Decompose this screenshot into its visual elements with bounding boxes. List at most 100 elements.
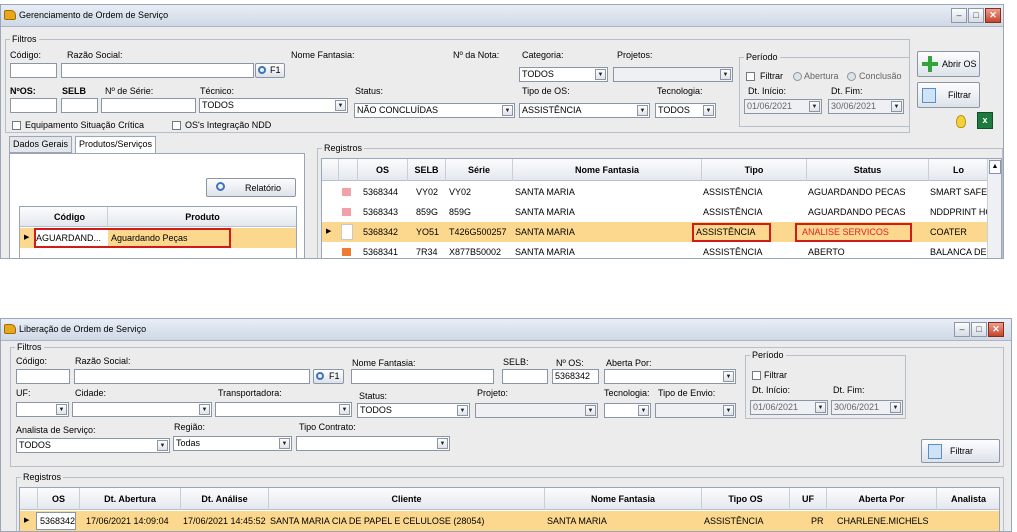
numero-os-input[interactable]: 5368342 xyxy=(552,369,599,384)
dt-inicio-picker[interactable]: 01/06/2021 ▼ xyxy=(750,400,828,415)
col-uf[interactable]: UF xyxy=(790,488,827,510)
maximize-button[interactable]: □ xyxy=(968,8,984,23)
dt-fim-picker[interactable]: 30/06/2021 ▼ xyxy=(828,99,904,114)
chevron-down-icon[interactable]: ▼ xyxy=(720,69,731,80)
minimize-button[interactable]: – xyxy=(954,322,970,337)
col-selb[interactable]: SELB xyxy=(408,159,446,181)
tipo-contrato-select[interactable]: ▼ xyxy=(296,436,450,451)
status-select[interactable]: NÃO CONCLUÍDAS ▼ xyxy=(354,103,515,118)
chevron-down-icon[interactable]: ▼ xyxy=(585,405,596,416)
status-select[interactable]: TODOS ▼ xyxy=(357,403,470,418)
tab-produtos-servicos[interactable]: Produtos/Serviços xyxy=(75,136,157,154)
equipamento-critico-checkbox[interactable] xyxy=(12,121,21,130)
abertura-radio[interactable] xyxy=(793,72,802,81)
chevron-down-icon[interactable]: ▼ xyxy=(502,105,513,116)
close-button[interactable]: ✕ xyxy=(985,8,1001,23)
relatorio-button[interactable]: Relatório xyxy=(206,178,296,197)
periodo-filtrar-checkbox[interactable] xyxy=(752,371,761,380)
filtrar-button[interactable]: Filtrar xyxy=(921,439,1000,463)
table-row[interactable]: 5368341 7R34 X877B50002 SANTA MARIA ASSI… xyxy=(322,242,1001,258)
projetos-select[interactable]: ▼ xyxy=(613,67,733,82)
codigo-input[interactable] xyxy=(10,63,57,78)
chevron-down-icon[interactable]: ▼ xyxy=(437,438,448,449)
chevron-down-icon[interactable]: ▼ xyxy=(595,69,606,80)
transportadora-select[interactable]: ▼ xyxy=(215,402,352,417)
selb-input[interactable] xyxy=(61,98,98,113)
col-cliente[interactable]: Cliente xyxy=(269,488,545,510)
chevron-down-icon[interactable]: ▼ xyxy=(723,405,734,416)
search-f1-button[interactable]: F1 xyxy=(313,369,344,384)
col-aberta-por[interactable]: Aberta Por xyxy=(827,488,937,510)
analista-select[interactable]: TODOS ▼ xyxy=(16,438,170,453)
tecnologia-select[interactable]: ▼ xyxy=(604,403,651,418)
chevron-down-icon[interactable]: ▼ xyxy=(890,402,901,413)
periodo-filtrar-checkbox[interactable] xyxy=(746,72,755,81)
nome-fantasia-input[interactable] xyxy=(351,369,494,384)
chevron-down-icon[interactable]: ▼ xyxy=(638,405,649,416)
table-row[interactable]: 5368343 859G 859G SANTA MARIA ASSISTÊNCI… xyxy=(322,202,1001,222)
col-dt-abertura[interactable]: Dt. Abertura xyxy=(80,488,181,510)
chevron-down-icon[interactable]: ▼ xyxy=(339,404,350,415)
uf-select[interactable]: ▼ xyxy=(16,402,69,417)
chevron-down-icon[interactable]: ▼ xyxy=(809,101,820,112)
codigo-label: Código: xyxy=(10,50,42,60)
chevron-down-icon[interactable]: ▼ xyxy=(335,100,346,111)
chevron-down-icon[interactable]: ▼ xyxy=(279,438,290,449)
chevron-down-icon[interactable]: ▼ xyxy=(457,405,468,416)
tipo-os-select[interactable]: ASSISTÊNCIA ▼ xyxy=(519,103,650,118)
chevron-down-icon[interactable]: ▼ xyxy=(199,404,210,415)
vertical-scrollbar[interactable]: ▲ xyxy=(987,159,1001,258)
dt-fim-picker[interactable]: 30/06/2021 ▼ xyxy=(831,400,903,415)
numero-serie-input[interactable] xyxy=(101,98,196,113)
col-local[interactable]: Lo xyxy=(929,159,989,181)
chevron-down-icon[interactable]: ▼ xyxy=(891,101,902,112)
conclusao-radio[interactable] xyxy=(847,72,856,81)
chevron-down-icon[interactable]: ▼ xyxy=(56,404,67,415)
aberta-por-select[interactable]: ▼ xyxy=(604,369,736,384)
chevron-down-icon[interactable]: ▼ xyxy=(723,371,734,382)
tecnologia-select[interactable]: TODOS ▼ xyxy=(655,103,716,118)
projeto-select[interactable]: ▼ xyxy=(475,403,598,418)
col-analista[interactable]: Analista xyxy=(937,488,999,510)
chevron-down-icon[interactable]: ▼ xyxy=(815,402,826,413)
search-f1-button[interactable]: F1 xyxy=(255,63,285,78)
table-row-selected[interactable]: ▶ 5368342 17/06/2021 14:09:04 17/06/2021… xyxy=(20,511,999,531)
razao-social-input[interactable] xyxy=(61,63,254,78)
col-status[interactable]: Status xyxy=(807,159,929,181)
col-os[interactable]: OS xyxy=(38,488,80,510)
close-button[interactable]: ✕ xyxy=(988,322,1004,337)
col-produto[interactable]: Produto xyxy=(108,207,296,227)
codigo-input[interactable] xyxy=(16,369,70,384)
transportadora-label: Transportadora: xyxy=(218,388,282,398)
categoria-select[interactable]: TODOS ▼ xyxy=(519,67,608,82)
regiao-select[interactable]: Todas ▼ xyxy=(173,436,292,451)
col-nome-fantasia[interactable]: Nome Fantasia xyxy=(513,159,702,181)
col-serie[interactable]: Série xyxy=(446,159,513,181)
excel-icon[interactable]: x xyxy=(977,112,993,129)
chevron-down-icon[interactable]: ▼ xyxy=(703,105,714,116)
col-os[interactable]: OS xyxy=(358,159,408,181)
filtrar-button[interactable]: Filtrar xyxy=(917,82,980,108)
tecnico-select[interactable]: TODOS ▼ xyxy=(199,98,348,113)
numero-os-input[interactable] xyxy=(10,98,57,113)
chevron-down-icon[interactable]: ▼ xyxy=(157,440,168,451)
razao-social-input[interactable] xyxy=(74,369,310,384)
cidade-select[interactable]: ▼ xyxy=(72,402,212,417)
col-dt-analise[interactable]: Dt. Análise xyxy=(181,488,269,510)
tipo-envio-select[interactable]: ▼ xyxy=(655,403,736,418)
integracao-ndd-checkbox[interactable] xyxy=(172,121,181,130)
col-nome-fantasia[interactable]: Nome Fantasia xyxy=(545,488,702,510)
tab-dados-gerais[interactable]: Dados Gerais xyxy=(9,136,73,153)
maximize-button[interactable]: □ xyxy=(971,322,987,337)
chevron-down-icon[interactable]: ▼ xyxy=(637,105,648,116)
lightbulb-icon[interactable] xyxy=(956,115,966,128)
dt-inicio-picker[interactable]: 01/06/2021 ▼ xyxy=(744,99,822,114)
col-codigo[interactable]: Código xyxy=(32,207,108,227)
table-row[interactable]: 5368344 VY02 VY02 SANTA MARIA ASSISTÊNCI… xyxy=(322,182,1001,202)
col-tipo-os[interactable]: Tipo OS xyxy=(702,488,790,510)
abrir-os-button[interactable]: Abrir OS xyxy=(917,51,980,77)
selb-input[interactable] xyxy=(502,369,548,384)
scroll-up-icon[interactable]: ▲ xyxy=(989,160,1001,174)
col-tipo[interactable]: Tipo xyxy=(702,159,807,181)
minimize-button[interactable]: – xyxy=(951,8,967,23)
